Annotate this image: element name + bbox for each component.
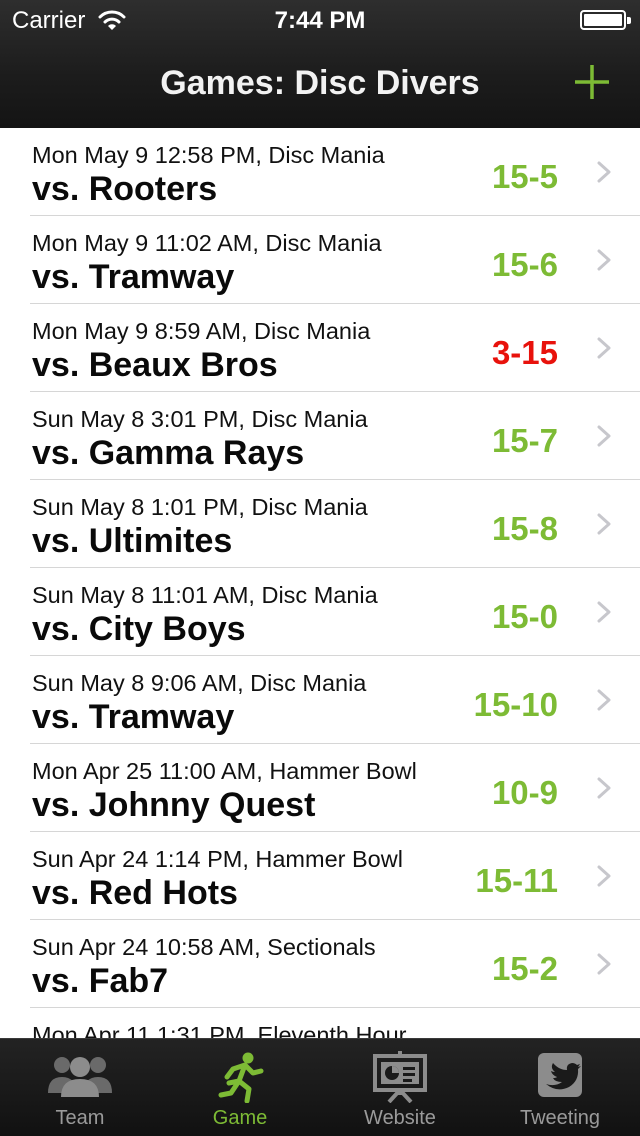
games-list[interactable]: Mon May 9 12:58 PM, Disc Mania vs. Roote… xyxy=(0,128,640,1038)
game-score: 15-8 xyxy=(491,510,558,547)
chevron-right-icon xyxy=(597,689,611,711)
chevron-right-icon xyxy=(597,953,611,975)
tab-tweeting[interactable]: Tweeting xyxy=(480,1039,640,1136)
game-datetime-location: Mon May 9 8:59 AM, Disc Mania xyxy=(32,318,371,344)
team-icon xyxy=(48,1057,112,1097)
game-datetime-location: Mon May 9 11:02 AM, Disc Mania xyxy=(32,230,382,256)
game-datetime-location: Sun Apr 24 1:14 PM, Hammer Bowl xyxy=(32,846,403,872)
chevron-right-icon xyxy=(597,337,611,359)
game-opponent: vs. Red Hots xyxy=(32,874,238,912)
game-row[interactable]: Sun May 8 1:01 PM, Disc Mania vs. Ultimi… xyxy=(0,480,640,568)
tab-team[interactable]: Team xyxy=(0,1039,160,1136)
game-row[interactable]: Sun Apr 24 1:14 PM, Hammer Bowl vs. Red … xyxy=(0,832,640,920)
chevron-right-icon xyxy=(597,249,611,271)
tab-label: Tweeting xyxy=(519,1107,601,1129)
chevron-right-icon xyxy=(597,513,611,535)
add-game-button[interactable] xyxy=(572,62,612,102)
game-score: 15-6 xyxy=(491,246,558,283)
game-opponent: vs. Gamma Rays xyxy=(32,434,305,472)
game-row[interactable]: Mon May 9 8:59 AM, Disc Mania vs. Beaux … xyxy=(0,304,640,392)
clock: 7:44 PM xyxy=(274,7,366,34)
game-row[interactable]: Sun Apr 24 10:58 AM, Sectionals vs. Fab7… xyxy=(0,920,640,1008)
game-opponent: vs. Rooters xyxy=(32,170,218,208)
game-datetime-location: Sun May 8 11:01 AM, Disc Mania xyxy=(32,582,378,608)
status-bar: Carrier 7:44 PM xyxy=(0,0,640,40)
page-title: Games: Disc Divers xyxy=(160,64,480,102)
game-score: 15-11 xyxy=(475,862,558,899)
tab-game[interactable]: Game xyxy=(160,1039,320,1136)
chevron-right-icon xyxy=(597,865,611,887)
chevron-right-icon xyxy=(597,425,611,447)
game-score: 15-2 xyxy=(491,950,558,987)
game-datetime-location: Sun May 8 3:01 PM, Disc Mania xyxy=(32,406,368,432)
chevron-right-icon xyxy=(597,161,611,183)
game-row[interactable]: Sun May 8 11:01 AM, Disc Mania vs. City … xyxy=(0,568,640,656)
battery-icon xyxy=(580,10,631,30)
game-score: 15-5 xyxy=(491,158,558,195)
top-bar: Carrier 7:44 PM Games: Disc Divers xyxy=(0,0,640,128)
plus-icon xyxy=(575,65,609,99)
game-score: 15-10 xyxy=(473,686,558,723)
game-score: 15-7 xyxy=(491,422,558,459)
tab-bar: Team Game Website Tweeting xyxy=(0,1038,640,1136)
tab-website[interactable]: Website xyxy=(320,1039,480,1136)
game-row[interactable]: Mon May 9 12:58 PM, Disc Mania vs. Roote… xyxy=(0,128,640,216)
game-datetime-location: Mon May 9 12:58 PM, Disc Mania xyxy=(32,142,385,168)
twitter-bird-icon xyxy=(538,1053,582,1097)
game-opponent: vs. Johnny Quest xyxy=(32,786,316,824)
game-row[interactable]: Sun May 8 9:06 AM, Disc Mania vs. Tramwa… xyxy=(0,656,640,744)
game-row[interactable]: Mon Apr 11 1:31 PM, Eleventh Hour xyxy=(0,1008,640,1038)
game-datetime-location: Mon Apr 25 11:00 AM, Hammer Bowl xyxy=(32,758,417,784)
chevron-right-icon xyxy=(597,601,611,623)
tab-label: Team xyxy=(55,1107,105,1129)
game-datetime-location: Sun May 8 1:01 PM, Disc Mania xyxy=(32,494,368,520)
tab-label: Website xyxy=(364,1107,436,1129)
game-score: 10-9 xyxy=(491,774,558,811)
game-opponent: vs. Tramway xyxy=(32,698,235,736)
game-datetime-location: Sun May 8 9:06 AM, Disc Mania xyxy=(32,670,367,696)
game-row[interactable]: Sun May 8 3:01 PM, Disc Mania vs. Gamma … xyxy=(0,392,640,480)
game-datetime-location: Sun Apr 24 10:58 AM, Sectionals xyxy=(32,934,376,960)
presentation-board-icon xyxy=(373,1051,427,1103)
game-score: 15-0 xyxy=(491,598,558,635)
game-datetime-location: Mon Apr 11 1:31 PM, Eleventh Hour xyxy=(32,1022,407,1038)
chevron-right-icon xyxy=(597,777,611,799)
game-opponent: vs. Fab7 xyxy=(32,962,169,1000)
game-row[interactable]: Mon Apr 25 11:00 AM, Hammer Bowl vs. Joh… xyxy=(0,744,640,832)
runner-icon xyxy=(218,1052,264,1103)
game-opponent: vs. Ultimites xyxy=(32,522,233,560)
tab-label: Game xyxy=(212,1107,268,1129)
game-opponent: vs. Beaux Bros xyxy=(32,346,278,384)
game-row[interactable]: Mon May 9 11:02 AM, Disc Mania vs. Tramw… xyxy=(0,216,640,304)
game-opponent: vs. Tramway xyxy=(32,258,235,296)
game-score: 3-15 xyxy=(491,334,558,371)
game-opponent: vs. City Boys xyxy=(32,610,246,648)
